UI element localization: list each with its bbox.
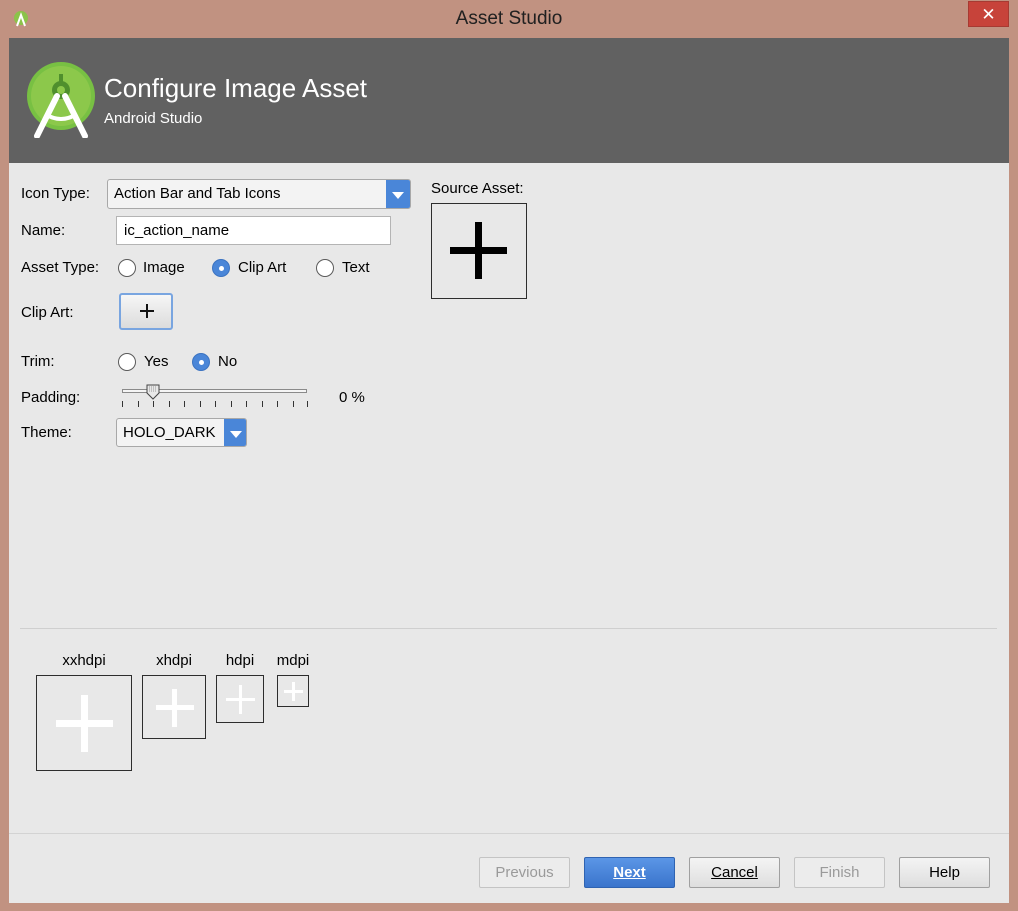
preview-hdpi-label: hdpi (225, 652, 255, 669)
plus-icon (284, 682, 303, 701)
asset-type-text-label[interactable]: Text (342, 259, 370, 276)
icon-type-label: Icon Type: (21, 185, 90, 202)
source-asset-preview (431, 203, 527, 299)
next-button-label: Next (613, 864, 646, 881)
slider-thumb[interactable] (146, 384, 160, 400)
icon-type-value: Action Bar and Tab Icons (114, 185, 281, 202)
cancel-button-label: Cancel (711, 864, 758, 881)
preview-mdpi-label: mdpi (276, 652, 310, 669)
plus-icon (156, 689, 194, 727)
section-separator (20, 628, 997, 629)
plus-icon (56, 695, 114, 753)
help-button[interactable]: Help (899, 857, 990, 888)
preview-xxhdpi (36, 675, 132, 771)
android-studio-logo-icon (27, 62, 95, 138)
asset-type-label: Asset Type: (21, 259, 100, 276)
plus-icon (226, 685, 255, 714)
plus-icon (140, 304, 154, 318)
name-input[interactable]: ic_action_name (116, 216, 391, 245)
preview-xxhdpi-label: xxhdpi (62, 652, 106, 669)
padding-label: Padding: (21, 389, 81, 406)
wizard-title: Configure Image Asset (104, 73, 368, 103)
preview-xhdpi-label: xhdpi (156, 652, 192, 669)
trim-no-radio[interactable] (192, 353, 210, 371)
source-asset-label: Source Asset: (431, 180, 524, 197)
plus-icon (450, 222, 508, 280)
slider-ticks (122, 401, 308, 407)
trim-yes-label[interactable]: Yes (144, 353, 168, 370)
close-button[interactable]: ✕ (968, 1, 1009, 27)
name-label: Name: (21, 222, 66, 239)
preview-hdpi (216, 675, 264, 723)
theme-label: Theme: (21, 424, 72, 441)
theme-value: HOLO_DARK (123, 424, 216, 441)
chevron-down-icon (224, 419, 246, 446)
chevron-down-icon (386, 180, 410, 208)
next-button[interactable]: Next (584, 857, 675, 888)
previous-button[interactable]: Previous (479, 857, 570, 888)
wizard-header: Configure Image Asset Android Studio (9, 38, 1009, 163)
dialog-body: Configure Image Asset Android Studio Ico… (9, 38, 1009, 903)
theme-dropdown[interactable]: HOLO_DARK (116, 418, 247, 447)
asset-type-clipart-radio[interactable] (212, 259, 230, 277)
window-title: Asset Studio (455, 8, 563, 29)
preview-xhdpi (142, 675, 206, 739)
asset-type-text-radio[interactable] (316, 259, 334, 277)
trim-label: Trim: (21, 353, 55, 370)
name-input-value: ic_action_name (124, 222, 230, 239)
asset-type-image-radio[interactable] (118, 259, 136, 277)
asset-type-clipart-label[interactable]: Clip Art (238, 259, 286, 276)
clip-art-label: Clip Art: (21, 304, 74, 321)
icon-type-dropdown[interactable]: Action Bar and Tab Icons (107, 179, 411, 209)
padding-value: 0 % (339, 389, 365, 406)
padding-slider[interactable] (122, 384, 308, 410)
trim-yes-radio[interactable] (118, 353, 136, 371)
clip-art-button[interactable] (119, 293, 173, 330)
asset-type-image-label[interactable]: Image (143, 259, 185, 276)
preview-mdpi (277, 675, 309, 707)
wizard-subtitle: Android Studio (104, 110, 203, 127)
cancel-button[interactable]: Cancel (689, 857, 780, 888)
finish-button[interactable]: Finish (794, 857, 885, 888)
footer-separator (9, 833, 1009, 834)
trim-no-label[interactable]: No (218, 353, 237, 370)
